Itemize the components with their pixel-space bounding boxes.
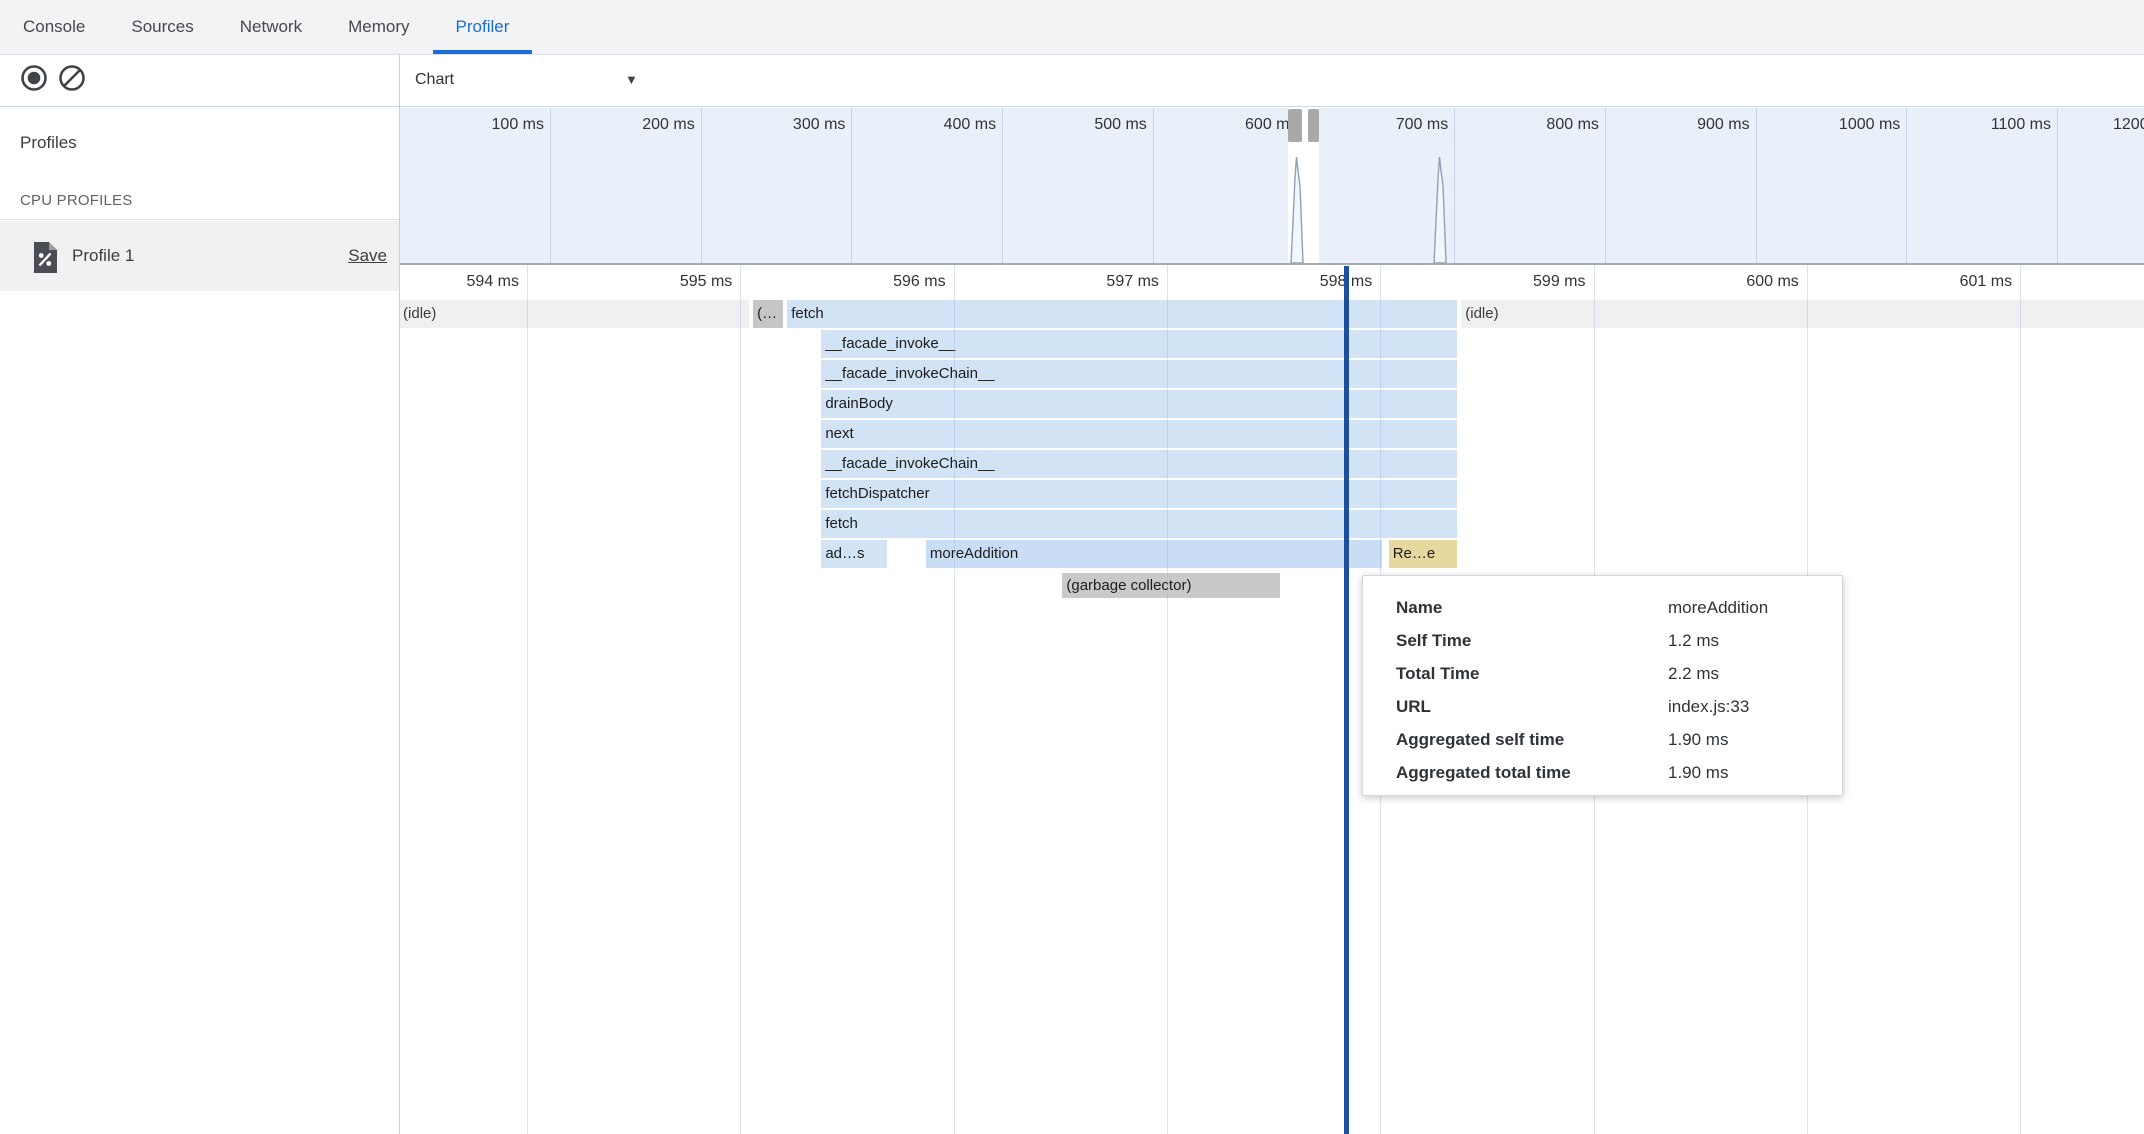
clear-icon — [58, 64, 86, 92]
flame-tick-label: 599 ms — [1466, 273, 1586, 291]
cpu-profiles-section-label: CPU PROFILES — [20, 192, 132, 209]
profile-document-icon — [32, 241, 59, 274]
flame-gridline — [954, 264, 955, 1134]
flame-tick-label: 595 ms — [612, 273, 732, 291]
tooltip-row: Total Time2.2 ms — [1396, 657, 1842, 690]
flame-frame-moreaddition[interactable]: moreAddition — [926, 540, 1382, 568]
tooltip-label: Total Time — [1396, 657, 1668, 690]
tab-sources[interactable]: Sources — [108, 0, 216, 54]
flame-tick-label: 598 ms — [1252, 273, 1372, 291]
tooltip-row: NamemoreAddition — [1396, 591, 1842, 624]
tooltip-value: index.js:33 — [1668, 697, 1749, 716]
profile-list-item[interactable]: Profile 1 Save — [0, 221, 399, 291]
tooltip-value: 2.2 ms — [1668, 664, 1719, 683]
toolbar-separator — [0, 106, 2144, 107]
clear-button[interactable] — [58, 64, 86, 92]
tooltip-label: Self Time — [1396, 624, 1668, 657]
flame-frame--facade-invokechain-[interactable]: __facade_invokeChain__ — [821, 450, 1457, 478]
flame-frame--facade-invokechain-[interactable]: __facade_invokeChain__ — [821, 360, 1457, 388]
profile-name: Profile 1 — [72, 221, 134, 291]
cpu-activity-spikes — [400, 108, 2144, 263]
section-separator — [0, 219, 399, 220]
flame-frame-re-e[interactable]: Re…e — [1389, 540, 1457, 568]
flame-tick-label: 601 ms — [1892, 273, 2012, 291]
tooltip-label: URL — [1396, 690, 1668, 723]
record-icon — [20, 64, 48, 92]
flame-frame-fetchdispatcher[interactable]: fetchDispatcher — [821, 480, 1457, 508]
view-mode-label: Chart — [415, 71, 454, 89]
tab-memory[interactable]: Memory — [325, 0, 432, 54]
tooltip-label: Aggregated total time — [1396, 756, 1668, 789]
devtools-profiler-panel: { "tabs": { "active": "Profiler", "items… — [0, 0, 2144, 1134]
flame-frame-drainbody[interactable]: drainBody — [821, 390, 1457, 418]
flame-tick-label: 594 ms — [399, 273, 519, 291]
record-button[interactable] — [20, 64, 48, 92]
flame-gridline — [1167, 264, 1168, 1134]
tooltip-row: Aggregated self time1.90 ms — [1396, 723, 1842, 756]
flame-gridline — [2020, 264, 2021, 1134]
chevron-down-icon: ▼ — [625, 72, 638, 87]
flame-frame-fetch[interactable]: fetch — [821, 510, 1457, 538]
tooltip-row: URLindex.js:33 — [1396, 690, 1842, 723]
devtools-tab-bar: ConsoleSourcesNetworkMemoryProfiler — [0, 0, 2144, 55]
overview-timeline[interactable]: 100 ms200 ms300 ms400 ms500 ms600 ms700 … — [400, 108, 2144, 265]
tab-network[interactable]: Network — [217, 0, 325, 54]
flame-tick-label: 596 ms — [826, 273, 946, 291]
save-profile-link[interactable]: Save — [348, 221, 387, 291]
flame-frame--[interactable]: (… — [753, 300, 783, 328]
tooltip-value: 1.90 ms — [1668, 763, 1728, 782]
flame-frame--idle-[interactable]: (idle) — [1461, 300, 2144, 328]
flame-frame--garbage-collector-[interactable]: (garbage collector) — [1062, 573, 1280, 598]
frame-tooltip: NamemoreAdditionSelf Time1.2 msTotal Tim… — [1362, 575, 1843, 796]
tooltip-value: 1.90 ms — [1668, 730, 1728, 749]
profiles-heading: Profiles — [20, 133, 77, 153]
flame-frame-fetch[interactable]: fetch — [787, 300, 1457, 328]
tooltip-label: Name — [1396, 591, 1668, 624]
view-mode-select[interactable]: Chart — [415, 54, 454, 106]
tab-console[interactable]: Console — [0, 0, 108, 54]
flame-frame-next[interactable]: next — [821, 420, 1457, 448]
tab-profiler[interactable]: Profiler — [433, 0, 533, 54]
flame-frame-ad-s[interactable]: ad…s — [821, 540, 887, 568]
flame-gridline — [740, 264, 741, 1134]
tooltip-row: Aggregated total time1.90 ms — [1396, 756, 1842, 789]
flame-frame--facade-invoke-[interactable]: __facade_invoke__ — [821, 330, 1457, 358]
tooltip-row: Self Time1.2 ms — [1396, 624, 1842, 657]
playhead-cursor-line[interactable] — [1344, 266, 1349, 1134]
flame-tick-label: 597 ms — [1039, 273, 1159, 291]
tooltip-value: moreAddition — [1668, 598, 1768, 617]
flame-tick-label: 600 ms — [1679, 273, 1799, 291]
flame-chart[interactable]: (idle)(…fetch(idle)__facade_invoke____fa… — [400, 300, 2144, 1134]
tooltip-value: 1.2 ms — [1668, 631, 1719, 650]
flame-frame--idle-[interactable]: (idle) — [400, 300, 749, 328]
tooltip-label: Aggregated self time — [1396, 723, 1668, 756]
flame-gridline — [527, 264, 528, 1134]
